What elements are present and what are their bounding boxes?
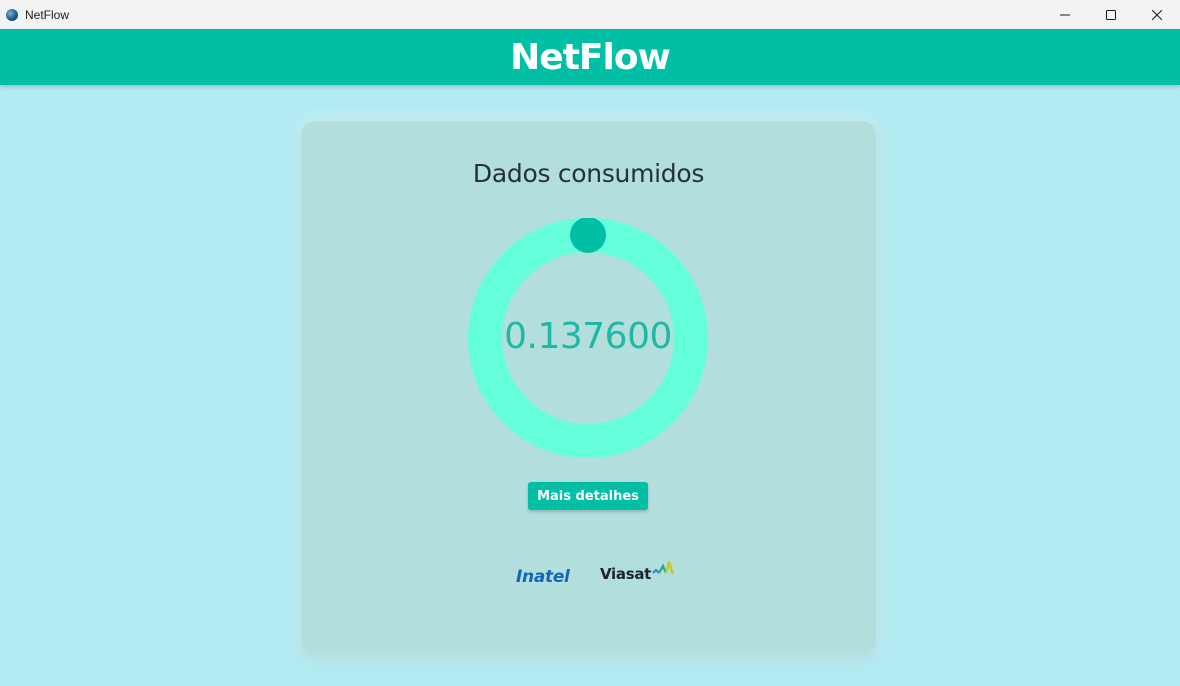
minimize-button[interactable] [1042,0,1088,29]
app-header: NetFlow [0,29,1180,85]
globe-icon [6,8,18,21]
app-title: NetFlow [510,36,671,78]
data-usage-card: Dados consumidos 0.137600 Mais detalhes … [301,121,876,654]
viasat-logo: Viasat [600,559,675,589]
inatel-logo: Inatel [516,567,570,587]
more-details-button[interactable]: Mais detalhes [528,482,648,510]
minimize-icon [1060,14,1070,15]
window-controls [1042,0,1180,29]
window-titlebar: NetFlow [0,0,1180,29]
close-button[interactable] [1134,0,1180,29]
card-title: Dados consumidos [472,159,705,188]
gauge-value: 0.137600 [504,316,672,357]
viasat-mark-icon [652,561,675,575]
window-title: NetFlow [25,7,70,22]
viasat-logo-text: Viasat [600,565,652,583]
maximize-icon [1106,9,1116,20]
gauge-indicator [570,218,606,253]
close-icon [1152,9,1162,20]
maximize-button[interactable] [1088,0,1134,29]
